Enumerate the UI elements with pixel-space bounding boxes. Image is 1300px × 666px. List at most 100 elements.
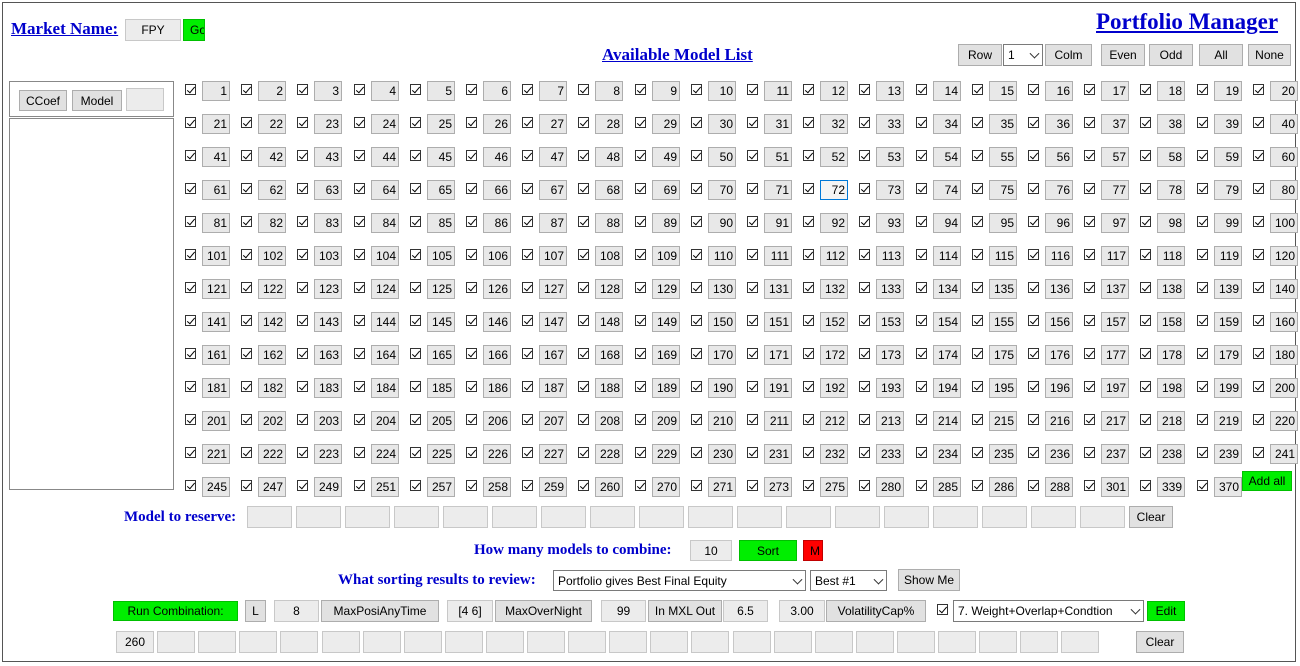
- row-button[interactable]: Row: [958, 44, 1002, 66]
- model-checkbox[interactable]: [297, 216, 308, 227]
- model-checkbox[interactable]: [354, 249, 365, 260]
- model-checkbox[interactable]: [859, 348, 870, 359]
- model-checkbox[interactable]: [410, 414, 421, 425]
- model-checkbox[interactable]: [241, 150, 252, 161]
- result-field[interactable]: [938, 631, 976, 653]
- reserve-field[interactable]: [541, 506, 586, 528]
- model-checkbox[interactable]: [803, 150, 814, 161]
- model-checkbox[interactable]: [354, 216, 365, 227]
- model-checkbox[interactable]: [691, 216, 702, 227]
- model-button[interactable]: 81: [202, 213, 230, 233]
- model-checkbox[interactable]: [578, 282, 589, 293]
- model-checkbox[interactable]: [635, 480, 646, 491]
- result-field[interactable]: [1020, 631, 1058, 653]
- model-button[interactable]: 91: [764, 213, 792, 233]
- model-checkbox[interactable]: [410, 381, 421, 392]
- model-button[interactable]: 2: [258, 81, 286, 101]
- model-checkbox[interactable]: [466, 315, 477, 326]
- model-checkbox[interactable]: [916, 282, 927, 293]
- model-button[interactable]: Model: [72, 90, 122, 111]
- result-field[interactable]: [445, 631, 483, 653]
- model-checkbox[interactable]: [972, 117, 983, 128]
- result-clear-button[interactable]: Clear: [1136, 631, 1184, 653]
- model-checkbox[interactable]: [241, 84, 252, 95]
- sort-result-select[interactable]: Portfolio gives Best Final Equity: [553, 570, 806, 591]
- model-checkbox[interactable]: [1028, 315, 1039, 326]
- model-button[interactable]: 370: [1214, 477, 1242, 497]
- model-checkbox[interactable]: [635, 150, 646, 161]
- model-checkbox[interactable]: [1140, 447, 1151, 458]
- model-button[interactable]: 77: [1101, 180, 1129, 200]
- result-field[interactable]: [239, 631, 277, 653]
- model-checkbox[interactable]: [1084, 216, 1095, 227]
- model-button[interactable]: 92: [820, 213, 848, 233]
- model-button[interactable]: 191: [764, 378, 792, 398]
- model-button[interactable]: 288: [1045, 477, 1073, 497]
- model-button[interactable]: 49: [652, 147, 680, 167]
- model-checkbox[interactable]: [803, 381, 814, 392]
- model-checkbox[interactable]: [185, 183, 196, 194]
- model-checkbox[interactable]: [691, 117, 702, 128]
- model-button[interactable]: 118: [1157, 246, 1185, 266]
- model-checkbox[interactable]: [185, 381, 196, 392]
- model-button[interactable]: 260: [595, 477, 623, 497]
- result-field[interactable]: [609, 631, 647, 653]
- model-button[interactable]: 105: [427, 246, 455, 266]
- model-checkbox[interactable]: [241, 216, 252, 227]
- model-checkbox[interactable]: [1197, 183, 1208, 194]
- model-checkbox[interactable]: [410, 348, 421, 359]
- model-button[interactable]: 109: [652, 246, 680, 266]
- model-checkbox[interactable]: [635, 84, 646, 95]
- model-checkbox[interactable]: [859, 216, 870, 227]
- model-button[interactable]: 22: [258, 114, 286, 134]
- model-checkbox[interactable]: [241, 117, 252, 128]
- overnight-input[interactable]: [4 6]: [447, 600, 493, 622]
- model-checkbox[interactable]: [691, 150, 702, 161]
- model-checkbox[interactable]: [1140, 117, 1151, 128]
- model-checkbox[interactable]: [691, 315, 702, 326]
- model-checkbox[interactable]: [578, 414, 589, 425]
- model-button[interactable]: 134: [933, 279, 961, 299]
- model-checkbox[interactable]: [1028, 84, 1039, 95]
- model-checkbox[interactable]: [578, 150, 589, 161]
- model-button[interactable]: 155: [989, 312, 1017, 332]
- model-checkbox[interactable]: [522, 480, 533, 491]
- model-checkbox[interactable]: [635, 381, 646, 392]
- model-checkbox[interactable]: [297, 381, 308, 392]
- weight-checkbox[interactable]: [937, 604, 948, 615]
- model-button[interactable]: 34: [933, 114, 961, 134]
- model-button[interactable]: 223: [314, 444, 342, 464]
- add-all-button[interactable]: Add all: [1242, 471, 1292, 491]
- model-checkbox[interactable]: [747, 150, 758, 161]
- model-button[interactable]: 178: [1157, 345, 1185, 365]
- reserve-field[interactable]: [933, 506, 978, 528]
- model-button[interactable]: 116: [1045, 246, 1073, 266]
- model-button[interactable]: 25: [427, 114, 455, 134]
- model-checkbox[interactable]: [297, 480, 308, 491]
- model-button[interactable]: 222: [258, 444, 286, 464]
- model-checkbox[interactable]: [1028, 150, 1039, 161]
- model-button[interactable]: 168: [595, 345, 623, 365]
- model-checkbox[interactable]: [297, 447, 308, 458]
- model-button[interactable]: 3: [314, 81, 342, 101]
- model-button[interactable]: 238: [1157, 444, 1185, 464]
- model-button[interactable]: 170: [708, 345, 736, 365]
- model-button[interactable]: 83: [314, 213, 342, 233]
- model-button[interactable]: 211: [764, 411, 792, 431]
- model-button[interactable]: 153: [876, 312, 904, 332]
- model-button[interactable]: 226: [483, 444, 511, 464]
- model-button[interactable]: 241: [1270, 444, 1298, 464]
- model-button[interactable]: 84: [371, 213, 399, 233]
- model-checkbox[interactable]: [1197, 447, 1208, 458]
- model-button[interactable]: 80: [1270, 180, 1298, 200]
- model-checkbox[interactable]: [1253, 315, 1264, 326]
- model-button[interactable]: 8: [595, 81, 623, 101]
- model-button[interactable]: 138: [1157, 279, 1185, 299]
- model-checkbox[interactable]: [1197, 414, 1208, 425]
- model-button[interactable]: 217: [1101, 411, 1129, 431]
- result-field[interactable]: [527, 631, 565, 653]
- result-field[interactable]: [691, 631, 729, 653]
- model-button[interactable]: 177: [1101, 345, 1129, 365]
- model-button[interactable]: 200: [1270, 378, 1298, 398]
- model-button[interactable]: 144: [371, 312, 399, 332]
